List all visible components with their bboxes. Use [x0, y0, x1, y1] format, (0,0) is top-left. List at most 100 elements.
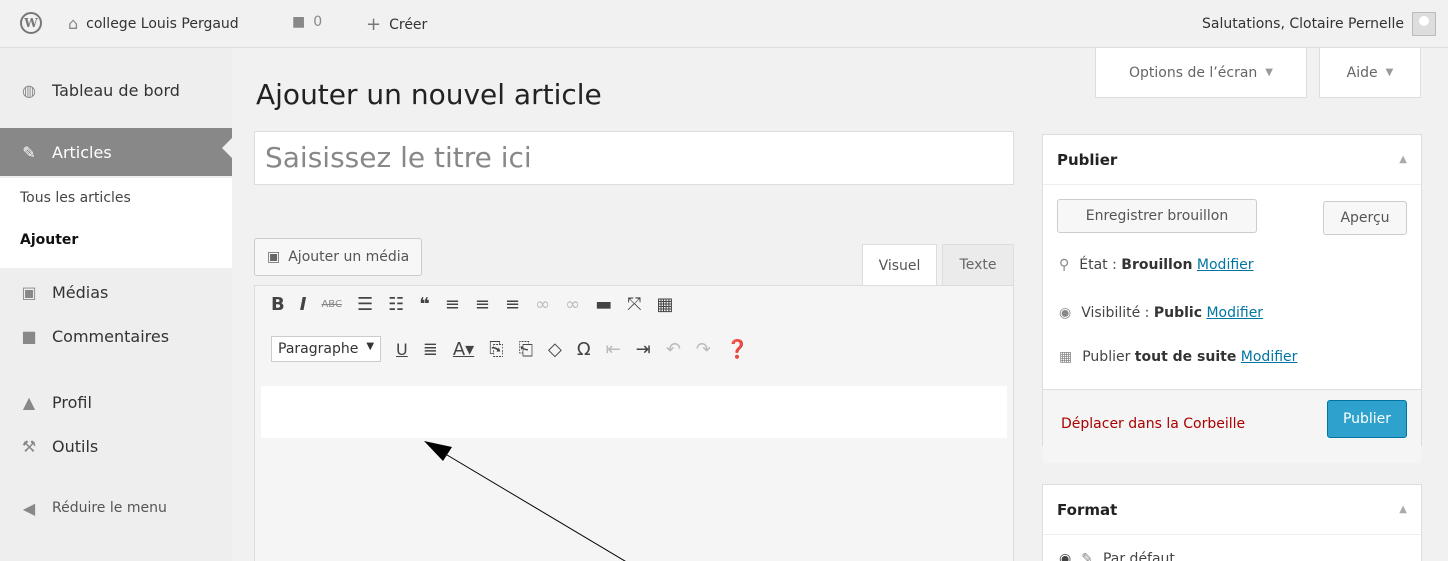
screen-options-button[interactable]: Options de l’écran ▼ [1095, 48, 1307, 98]
move-to-trash-link[interactable]: Déplacer dans la Corbeille [1061, 416, 1245, 432]
sidebar-item-articles[interactable]: ✎ Articles [0, 128, 232, 176]
redo-icon[interactable]: ↷ [696, 339, 711, 360]
italic-icon[interactable]: I [300, 294, 307, 315]
sidebar-item-comments[interactable]: ■ Commentaires [0, 316, 232, 356]
align-right-icon[interactable]: ≡ [505, 294, 520, 315]
radio-icon: ◉ [1059, 551, 1072, 561]
sidebar-item-label: Articles [52, 142, 112, 162]
justify-icon[interactable]: ≣ [423, 339, 438, 360]
create-new-link[interactable]: + Créer [366, 14, 427, 35]
sidebar-item-tools[interactable]: ⚒ Outils [0, 426, 232, 466]
paste-text-icon[interactable]: ⎘ [489, 339, 503, 360]
tab-visual[interactable]: Visuel [862, 244, 937, 286]
text-color-icon[interactable]: A▾ [453, 339, 474, 360]
undo-icon[interactable]: ↶ [666, 339, 681, 360]
edit-status-link[interactable]: Modifier [1197, 257, 1254, 273]
format-select-value: Paragraphe [278, 341, 359, 357]
calendar-icon: ▦ [1059, 349, 1073, 365]
dashboard-icon: ◍ [22, 80, 36, 100]
format-box: Format ▲ ◉ ✎ Par défaut [1042, 484, 1422, 561]
format-option-label: Par défaut [1102, 551, 1175, 561]
clear-format-icon[interactable]: ◇ [548, 339, 562, 360]
screen-options-label: Options de l’écran [1129, 64, 1258, 81]
tab-text[interactable]: Texte [942, 244, 1014, 286]
comments-link[interactable]: ■ 0 [292, 14, 322, 30]
sidebar-item-label: Médias [52, 282, 109, 302]
editor-toolbar-row-2: Paragraphe ▼ U ≣ A▾ ⎘ ⎗ ◇ Ω ⇤ ⇥ ↶ ↷ ❓ [271, 336, 748, 362]
collapse-label: Réduire le menu [52, 500, 167, 516]
bold-icon[interactable]: B [271, 294, 285, 315]
post-title-input[interactable]: Saisissez le titre ici [254, 131, 1014, 185]
unlink-icon[interactable]: ∞ [565, 294, 580, 315]
admin-sidebar: ◍ Tableau de bord ✎ Articles Tous les ar… [0, 48, 232, 561]
status-value: Brouillon [1121, 257, 1193, 273]
status-label: État : [1079, 257, 1117, 273]
collapse-menu-button[interactable]: ◀ Réduire le menu [0, 488, 232, 528]
submenu-all-articles[interactable]: Tous les articles [20, 190, 131, 206]
admin-bar: W ⌂ college Louis Pergaud ■ 0 + Créer Sa… [0, 0, 1448, 48]
editor-toolbar-row-1: B I ABC ☰ ☷ ❝ ≡ ≡ ≡ ∞ ∞ ▬ ⤧ ▦ [271, 294, 674, 315]
create-label: Créer [389, 16, 428, 33]
site-name: college Louis Pergaud [86, 15, 239, 32]
preview-button[interactable]: Aperçu [1323, 201, 1407, 235]
sidebar-item-label: Tableau de bord [52, 80, 180, 100]
comment-bubble-icon: ■ [292, 14, 306, 30]
format-box-title: Format [1057, 500, 1118, 519]
user-icon: ▲ [22, 392, 36, 412]
sidebar-item-dashboard[interactable]: ◍ Tableau de bord [0, 70, 232, 110]
editor-content-area[interactable] [261, 386, 1007, 438]
greeting-text: Salutations, Clotaire Pernelle [1202, 16, 1404, 32]
avatar [1412, 12, 1436, 36]
format-select[interactable]: Paragraphe ▼ [271, 336, 382, 362]
sidebar-item-profile[interactable]: ▲ Profil [0, 382, 232, 422]
page-title: Ajouter un nouvel article [256, 78, 602, 111]
align-center-icon[interactable]: ≡ [475, 294, 490, 315]
help-button[interactable]: Aide ▼ [1319, 48, 1421, 98]
wrench-icon: ⚒ [21, 436, 37, 456]
add-media-label: Ajouter un média [288, 249, 410, 265]
sidebar-item-label: Commentaires [52, 326, 170, 346]
edit-visibility-link[interactable]: Modifier [1206, 305, 1263, 321]
publish-box-header[interactable]: Publier ▲ [1043, 135, 1421, 185]
toolbar-toggle-icon[interactable]: ▦ [657, 294, 674, 315]
underline-icon[interactable]: U [396, 340, 408, 359]
read-more-icon[interactable]: ▬ [595, 294, 612, 315]
media-icon: ▣ [21, 282, 37, 302]
articles-submenu: Tous les articles Ajouter [0, 178, 232, 268]
help-icon[interactable]: ❓ [726, 339, 748, 360]
add-media-button[interactable]: ▣ Ajouter un média [254, 238, 423, 276]
format-option-standard[interactable]: ◉ ✎ Par défaut [1059, 551, 1175, 561]
special-char-icon[interactable]: Ω [577, 339, 591, 360]
numbered-list-icon[interactable]: ☷ [388, 294, 404, 315]
fullscreen-icon[interactable]: ⤧ [627, 294, 641, 315]
triangle-up-icon: ▲ [1399, 154, 1407, 165]
align-left-icon[interactable]: ≡ [445, 294, 460, 315]
blockquote-icon[interactable]: ❝ [419, 294, 430, 315]
comment-icon: ■ [21, 326, 37, 346]
edit-timestamp-link[interactable]: Modifier [1241, 349, 1298, 365]
publish-box: Publier ▲ Enregistrer brouillon Aperçu ⚲… [1042, 134, 1422, 463]
user-account-link[interactable]: Salutations, Clotaire Pernelle [1202, 12, 1436, 36]
sidebar-item-media[interactable]: ▣ Médias [0, 272, 232, 312]
strikethrough-icon[interactable]: ABC [321, 299, 342, 310]
visibility-line: ◉ Visibilité : Public Modifier [1059, 305, 1263, 321]
bullet-list-icon[interactable]: ☰ [357, 294, 373, 315]
eye-icon: ◉ [1059, 305, 1072, 321]
wordpress-logo-icon[interactable]: W [20, 12, 42, 34]
indent-icon[interactable]: ⇥ [636, 339, 651, 360]
save-draft-button[interactable]: Enregistrer brouillon [1057, 199, 1257, 233]
major-publishing-actions: Déplacer dans la Corbeille Publier [1043, 389, 1421, 463]
outdent-icon[interactable]: ⇤ [606, 339, 621, 360]
triangle-up-icon: ▲ [1399, 504, 1407, 515]
media-icon: ▣ [267, 249, 281, 265]
paste-word-icon[interactable]: ⎗ [519, 339, 533, 360]
triangle-down-icon: ▼ [1265, 67, 1273, 78]
submenu-add[interactable]: Ajouter [20, 232, 78, 248]
format-box-header[interactable]: Format ▲ [1043, 485, 1421, 535]
pin-icon: ✎ [22, 142, 36, 162]
sidebar-item-label: Profil [52, 392, 92, 412]
publish-time-label: Publier [1082, 349, 1131, 365]
link-icon[interactable]: ∞ [535, 294, 550, 315]
site-name-link[interactable]: ⌂ college Louis Pergaud [68, 14, 239, 33]
publish-button[interactable]: Publier [1327, 400, 1407, 438]
